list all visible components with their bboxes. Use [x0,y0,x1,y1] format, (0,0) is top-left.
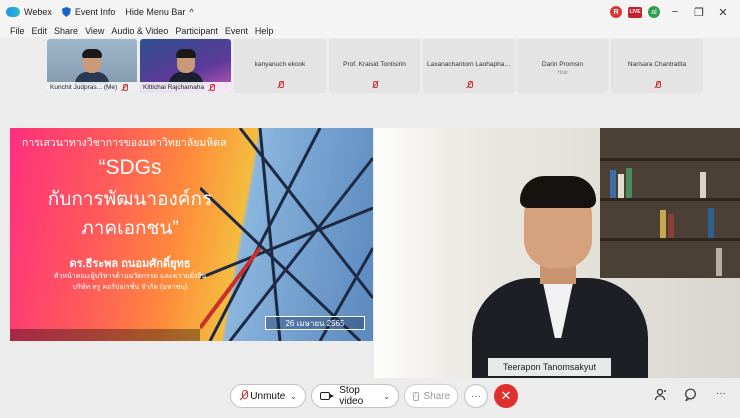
menu-file[interactable]: File [10,26,25,36]
mic-muted-icon [277,81,284,89]
stop-video-button[interactable]: Stop video ⌄ [311,384,399,408]
slide-heading: การเสวนาทางวิชาการของมหาวิทยาลัยมหิดล [22,137,227,149]
app-name: Webex [24,7,52,17]
webex-logo-icon [6,7,20,17]
participant-name: Darin Promsin [541,61,584,68]
participant-name: Laxanachantorn Laohaphan... [427,61,514,68]
live-badge: LIVE [628,6,642,18]
participant-tile[interactable]: Narisara Chantratita [611,39,703,93]
participant-video-label: Kunchit Judpras... (Me) [47,82,137,93]
participant-tile[interactable]: kanyanuch ekook [234,39,326,93]
restore-button[interactable]: ❐ [690,6,708,19]
share-button[interactable]: ↑ Share [404,384,458,408]
participant-role: Host [557,70,568,76]
recording-icon[interactable]: R [610,6,622,18]
chevron-up-icon: ^ [189,7,194,17]
menu-bar: File Edit Share View Audio & Video Parti… [0,24,740,38]
participant-name: Kunchit Judpras... (Me) [50,84,118,91]
participants-icon[interactable] [654,388,668,405]
close-button[interactable]: ✕ [714,6,732,19]
menu-help[interactable]: Help [255,26,274,36]
participant-avatar [75,49,109,84]
slide-speaker-name: ดร.ธีระพล ถนอมศักดิ์ยุทธ [69,258,191,270]
event-info-label: Event Info [74,7,116,17]
share-label: Share [423,390,451,402]
participant-tile[interactable]: Prof. Kraisid Tontisirin [329,39,420,93]
slide-position-line1: หัวหน้าคณะผู้บริหารด้านนวัตกรรม และความย… [53,273,207,280]
camera-icon [320,392,335,400]
title-bar: Webex Event Info Hide Menu Bar ^ R LIVE … [0,0,740,24]
meeting-control-bar: Unmute ⌄ Stop video ⌄ ↑ Share ··· ✕ ··· [0,378,740,418]
unmute-label: Unmute [250,390,286,402]
bookshelf-background [600,128,740,278]
shield-icon [61,7,71,17]
chevron-down-icon[interactable]: ⌄ [290,392,297,401]
slide-quote-line2: กับการพัฒนาองค์กร [47,189,213,210]
slide-quote-line3: ภาคเอกชน” [81,218,179,239]
overflow-menu-icon[interactable]: ··· [716,388,726,399]
unmute-button[interactable]: Unmute ⌄ [230,384,306,408]
slide-quote-line1: “SDGs [98,156,162,179]
leave-meeting-button[interactable]: ✕ [494,384,518,408]
mic-muted-icon [654,81,661,89]
participant-video-label: Kittichai Rajchamaha [140,82,231,93]
participant-tile[interactable]: Laxanachantorn Laohaphan... [423,39,515,93]
participant-name: Prof. Kraisid Tontisirin [343,61,406,68]
participant-video-tile[interactable]: Kunchit Judpras... (Me) [47,39,137,93]
mic-muted-icon [121,83,128,92]
active-speaker-video[interactable]: Teerapon Tanomsakyut [374,128,740,378]
menu-participant[interactable]: Participant [175,26,218,36]
participant-video-tile[interactable]: Kittichai Rajchamaha [140,39,231,93]
menu-view[interactable]: View [85,26,104,36]
chevron-down-icon[interactable]: ⌄ [383,392,390,401]
meeting-stage: การเสวนาทางวิชาการของมหาวิทยาลัยมหิดล “S… [0,96,740,378]
menu-edit[interactable]: Edit [32,26,48,36]
slide-position-line2: บริษัท ทรู คอร์ปอเรชั่น จำกัด (มหาชน) [72,284,188,291]
more-options-button[interactable]: ··· [464,384,488,408]
participant-strip: Kunchit Judpras... (Me) Kittichai Rajcha… [0,38,740,96]
chat-icon[interactable] [684,388,697,404]
hide-menu-bar-label: Hide Menu Bar [125,7,186,17]
participant-name: Narisara Chantratita [627,61,687,68]
participant-avatar [168,49,203,84]
event-info-button[interactable]: Event Info [61,7,116,17]
slide-date: 26 เมษายน 2565 [265,316,365,330]
speaker-name-label: Teerapon Tanomsakyut [488,358,611,376]
menu-share[interactable]: Share [54,26,78,36]
menu-audio-video[interactable]: Audio & Video [111,26,168,36]
menu-event[interactable]: Event [225,26,248,36]
hide-menu-bar-button[interactable]: Hide Menu Bar ^ [125,7,193,17]
mic-muted-icon [466,81,473,89]
share-screen-icon: ↑ [413,391,419,401]
minimize-button[interactable]: − [666,6,684,18]
shared-slide[interactable]: การเสวนาทางวิชาการของมหาวิทยาลัยมหิดล “S… [10,128,373,341]
stop-video-label: Stop video [339,385,364,407]
mic-muted-icon [239,390,249,402]
mic-muted-icon [372,81,378,89]
mic-muted-icon [208,83,215,92]
connection-signal-icon[interactable]: al [648,6,660,18]
app-brand: Webex [6,7,52,17]
participant-name: kanyanuch ekook [254,61,306,68]
participant-name: Kittichai Rajchamaha [143,84,205,91]
participant-tile[interactable]: Darin Promsin Host [517,39,608,93]
